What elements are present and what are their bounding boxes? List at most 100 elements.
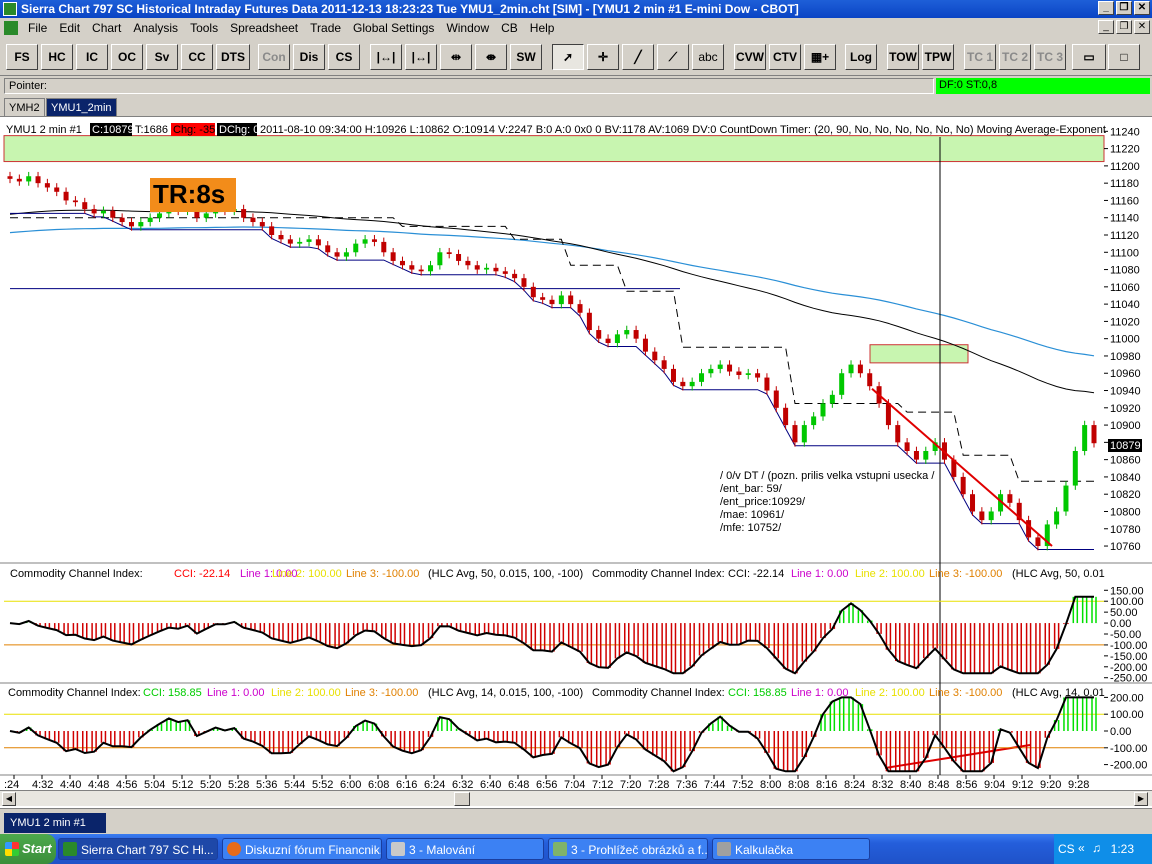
child-close-button[interactable]: ✕ bbox=[1134, 20, 1150, 34]
dts-button[interactable]: DTS bbox=[216, 44, 250, 70]
menu-cb[interactable]: CB bbox=[495, 21, 524, 35]
menu-window[interactable]: Window bbox=[440, 21, 495, 35]
sv-button[interactable]: Sv bbox=[146, 44, 178, 70]
line-tool-icon[interactable]: ╱ bbox=[622, 44, 654, 70]
tc1-button[interactable]: TC 1 bbox=[964, 44, 996, 70]
chart-header-details: 2011-08-10 09:34:00 H:10926 L:10862 O:10… bbox=[260, 124, 1106, 136]
candle-body bbox=[680, 381, 686, 387]
candle-body bbox=[745, 373, 751, 375]
candle-body bbox=[521, 278, 527, 287]
ic-button[interactable]: IC bbox=[76, 44, 108, 70]
price-axis-label: 11220 bbox=[1110, 144, 1140, 156]
expand-bars-icon[interactable]: ⇼ bbox=[475, 44, 507, 70]
dis-button[interactable]: Dis bbox=[293, 44, 325, 70]
cci1-axis-label: -250.00 bbox=[1110, 673, 1147, 685]
ctv-button[interactable]: CTV bbox=[769, 44, 801, 70]
menu-edit[interactable]: Edit bbox=[53, 21, 86, 35]
price-axis-label: 11060 bbox=[1110, 282, 1140, 294]
chart-window-tab[interactable]: YMU1 2 min #1 bbox=[4, 813, 106, 833]
candle-body bbox=[642, 338, 648, 352]
tow-button[interactable]: TOW bbox=[887, 44, 919, 70]
menu-file[interactable]: File bbox=[22, 21, 53, 35]
menu-analysis[interactable]: Analysis bbox=[127, 21, 184, 35]
chart-close: C:10879 bbox=[92, 124, 134, 136]
task-calculator[interactable]: Kalkulačka bbox=[712, 838, 870, 860]
cc-button[interactable]: CC bbox=[181, 44, 213, 70]
price-axis-label: 10840 bbox=[1110, 472, 1141, 484]
price-axis-label: 10760 bbox=[1110, 541, 1141, 553]
candle-body bbox=[577, 304, 583, 313]
tab-ymu1-2min[interactable]: YMU1_2min bbox=[46, 98, 117, 116]
con-button[interactable]: Con bbox=[258, 44, 290, 70]
minimize-button[interactable]: _ bbox=[1098, 1, 1114, 15]
pointer-field: Pointer: bbox=[4, 78, 934, 94]
candle-body bbox=[278, 235, 284, 240]
candle-body bbox=[540, 297, 546, 300]
trade-window-icon[interactable]: ▦+ bbox=[804, 44, 836, 70]
annotation-line-3: /ent_price:10929/ bbox=[720, 496, 806, 508]
oc-button[interactable]: OC bbox=[111, 44, 143, 70]
tc2-button[interactable]: TC 2 bbox=[999, 44, 1031, 70]
rectangle-icon[interactable]: □ bbox=[1108, 44, 1140, 70]
crosshair-icon[interactable]: ✛ bbox=[587, 44, 619, 70]
compress-bars-icon[interactable]: ⇹ bbox=[440, 44, 472, 70]
zoom-width-icon[interactable]: |↔| bbox=[370, 44, 402, 70]
start-button[interactable]: Start bbox=[0, 834, 56, 864]
text-tool-button[interactable]: abc bbox=[692, 44, 724, 70]
menu-chart[interactable]: Chart bbox=[86, 21, 127, 35]
cci2-axis-label: 200.00 bbox=[1110, 692, 1144, 704]
candle-body bbox=[596, 330, 602, 339]
task-paint[interactable]: 3 - Malování bbox=[386, 838, 544, 860]
tpw-button[interactable]: TPW bbox=[922, 44, 954, 70]
scroll-left-icon[interactable]: ◀ bbox=[2, 792, 16, 806]
task-sierra-chart[interactable]: Sierra Chart 797 SC Hi... bbox=[58, 838, 218, 860]
fs-button[interactable]: FS bbox=[6, 44, 38, 70]
hc-button[interactable]: HC bbox=[41, 44, 73, 70]
tab-ymh2[interactable]: YMH2 bbox=[4, 98, 45, 116]
cvw-button[interactable]: CVW bbox=[734, 44, 766, 70]
tray-app-icon[interactable]: ♫ bbox=[1092, 841, 1101, 855]
maximize-button[interactable]: ❐ bbox=[1116, 1, 1132, 15]
candle-body bbox=[633, 330, 639, 339]
pointer-tool-icon[interactable]: ➚ bbox=[552, 44, 584, 70]
sw-button[interactable]: SW bbox=[510, 44, 542, 70]
annotation-line-4: /mae: 10961/ bbox=[720, 509, 785, 521]
task-image-viewer[interactable]: 3 - Prohlížeč obrázků a f... bbox=[548, 838, 708, 860]
menu-spreadsheet[interactable]: Spreadsheet bbox=[224, 21, 304, 35]
child-restore-button[interactable]: ❐ bbox=[1116, 20, 1132, 34]
chart-area[interactable]: 11240 11220 11200 11180 11160 11140 11120 11100… bbox=[0, 116, 1152, 808]
tray-clock: 1:23 bbox=[1110, 842, 1134, 856]
child-minimize-button[interactable]: _ bbox=[1098, 20, 1114, 34]
last-price-text: 10879 bbox=[1110, 440, 1141, 452]
cs-button[interactable]: CS bbox=[328, 44, 360, 70]
cci2-line3: Line 3: -100.00 bbox=[345, 687, 418, 699]
scroll-right-icon[interactable]: ▶ bbox=[1134, 792, 1148, 806]
menu-trade[interactable]: Trade bbox=[304, 21, 347, 35]
cci2-value-2: CCI: 158.85 bbox=[728, 687, 787, 699]
shrink-width-icon[interactable]: |↔| bbox=[405, 44, 437, 70]
price-chart[interactable]: 11240 11220 11200 11180 11160 11140 11120 11100… bbox=[0, 117, 1152, 791]
scroll-thumb[interactable] bbox=[454, 792, 470, 806]
menu-help[interactable]: Help bbox=[524, 21, 561, 35]
candle-body bbox=[362, 239, 368, 244]
tc3-button[interactable]: TC 3 bbox=[1034, 44, 1066, 70]
task-forum[interactable]: Diskuzní fórum Financnik.... bbox=[222, 838, 382, 860]
menu-global-settings[interactable]: Global Settings bbox=[347, 21, 440, 35]
green-zone-top bbox=[3, 135, 1105, 163]
candle-body bbox=[446, 252, 452, 255]
horizontal-scrollbar[interactable]: ◀ ▶ bbox=[0, 790, 1152, 806]
log-button[interactable]: Log bbox=[845, 44, 877, 70]
language-icon[interactable]: CS bbox=[1058, 842, 1075, 856]
rectangle-wide-icon[interactable]: ▭ bbox=[1072, 44, 1106, 70]
close-button[interactable]: ✕ bbox=[1134, 1, 1150, 15]
price-axis-label: 11140 bbox=[1110, 213, 1139, 225]
task-paint-label: 3 - Malování bbox=[409, 843, 476, 857]
cci2-line2-2: Line 2: 100.00 bbox=[855, 687, 925, 699]
candle-body bbox=[829, 394, 835, 404]
ray-tool-icon[interactable]: ⟋ bbox=[657, 44, 689, 70]
price-axis-label: 10960 bbox=[1110, 368, 1141, 380]
cci2-axis-label: 0.00 bbox=[1110, 726, 1131, 738]
tray-expand-icon[interactable]: « bbox=[1078, 841, 1085, 855]
cci1-name: Commodity Channel Index: bbox=[10, 568, 143, 580]
menu-tools[interactable]: Tools bbox=[184, 21, 224, 35]
